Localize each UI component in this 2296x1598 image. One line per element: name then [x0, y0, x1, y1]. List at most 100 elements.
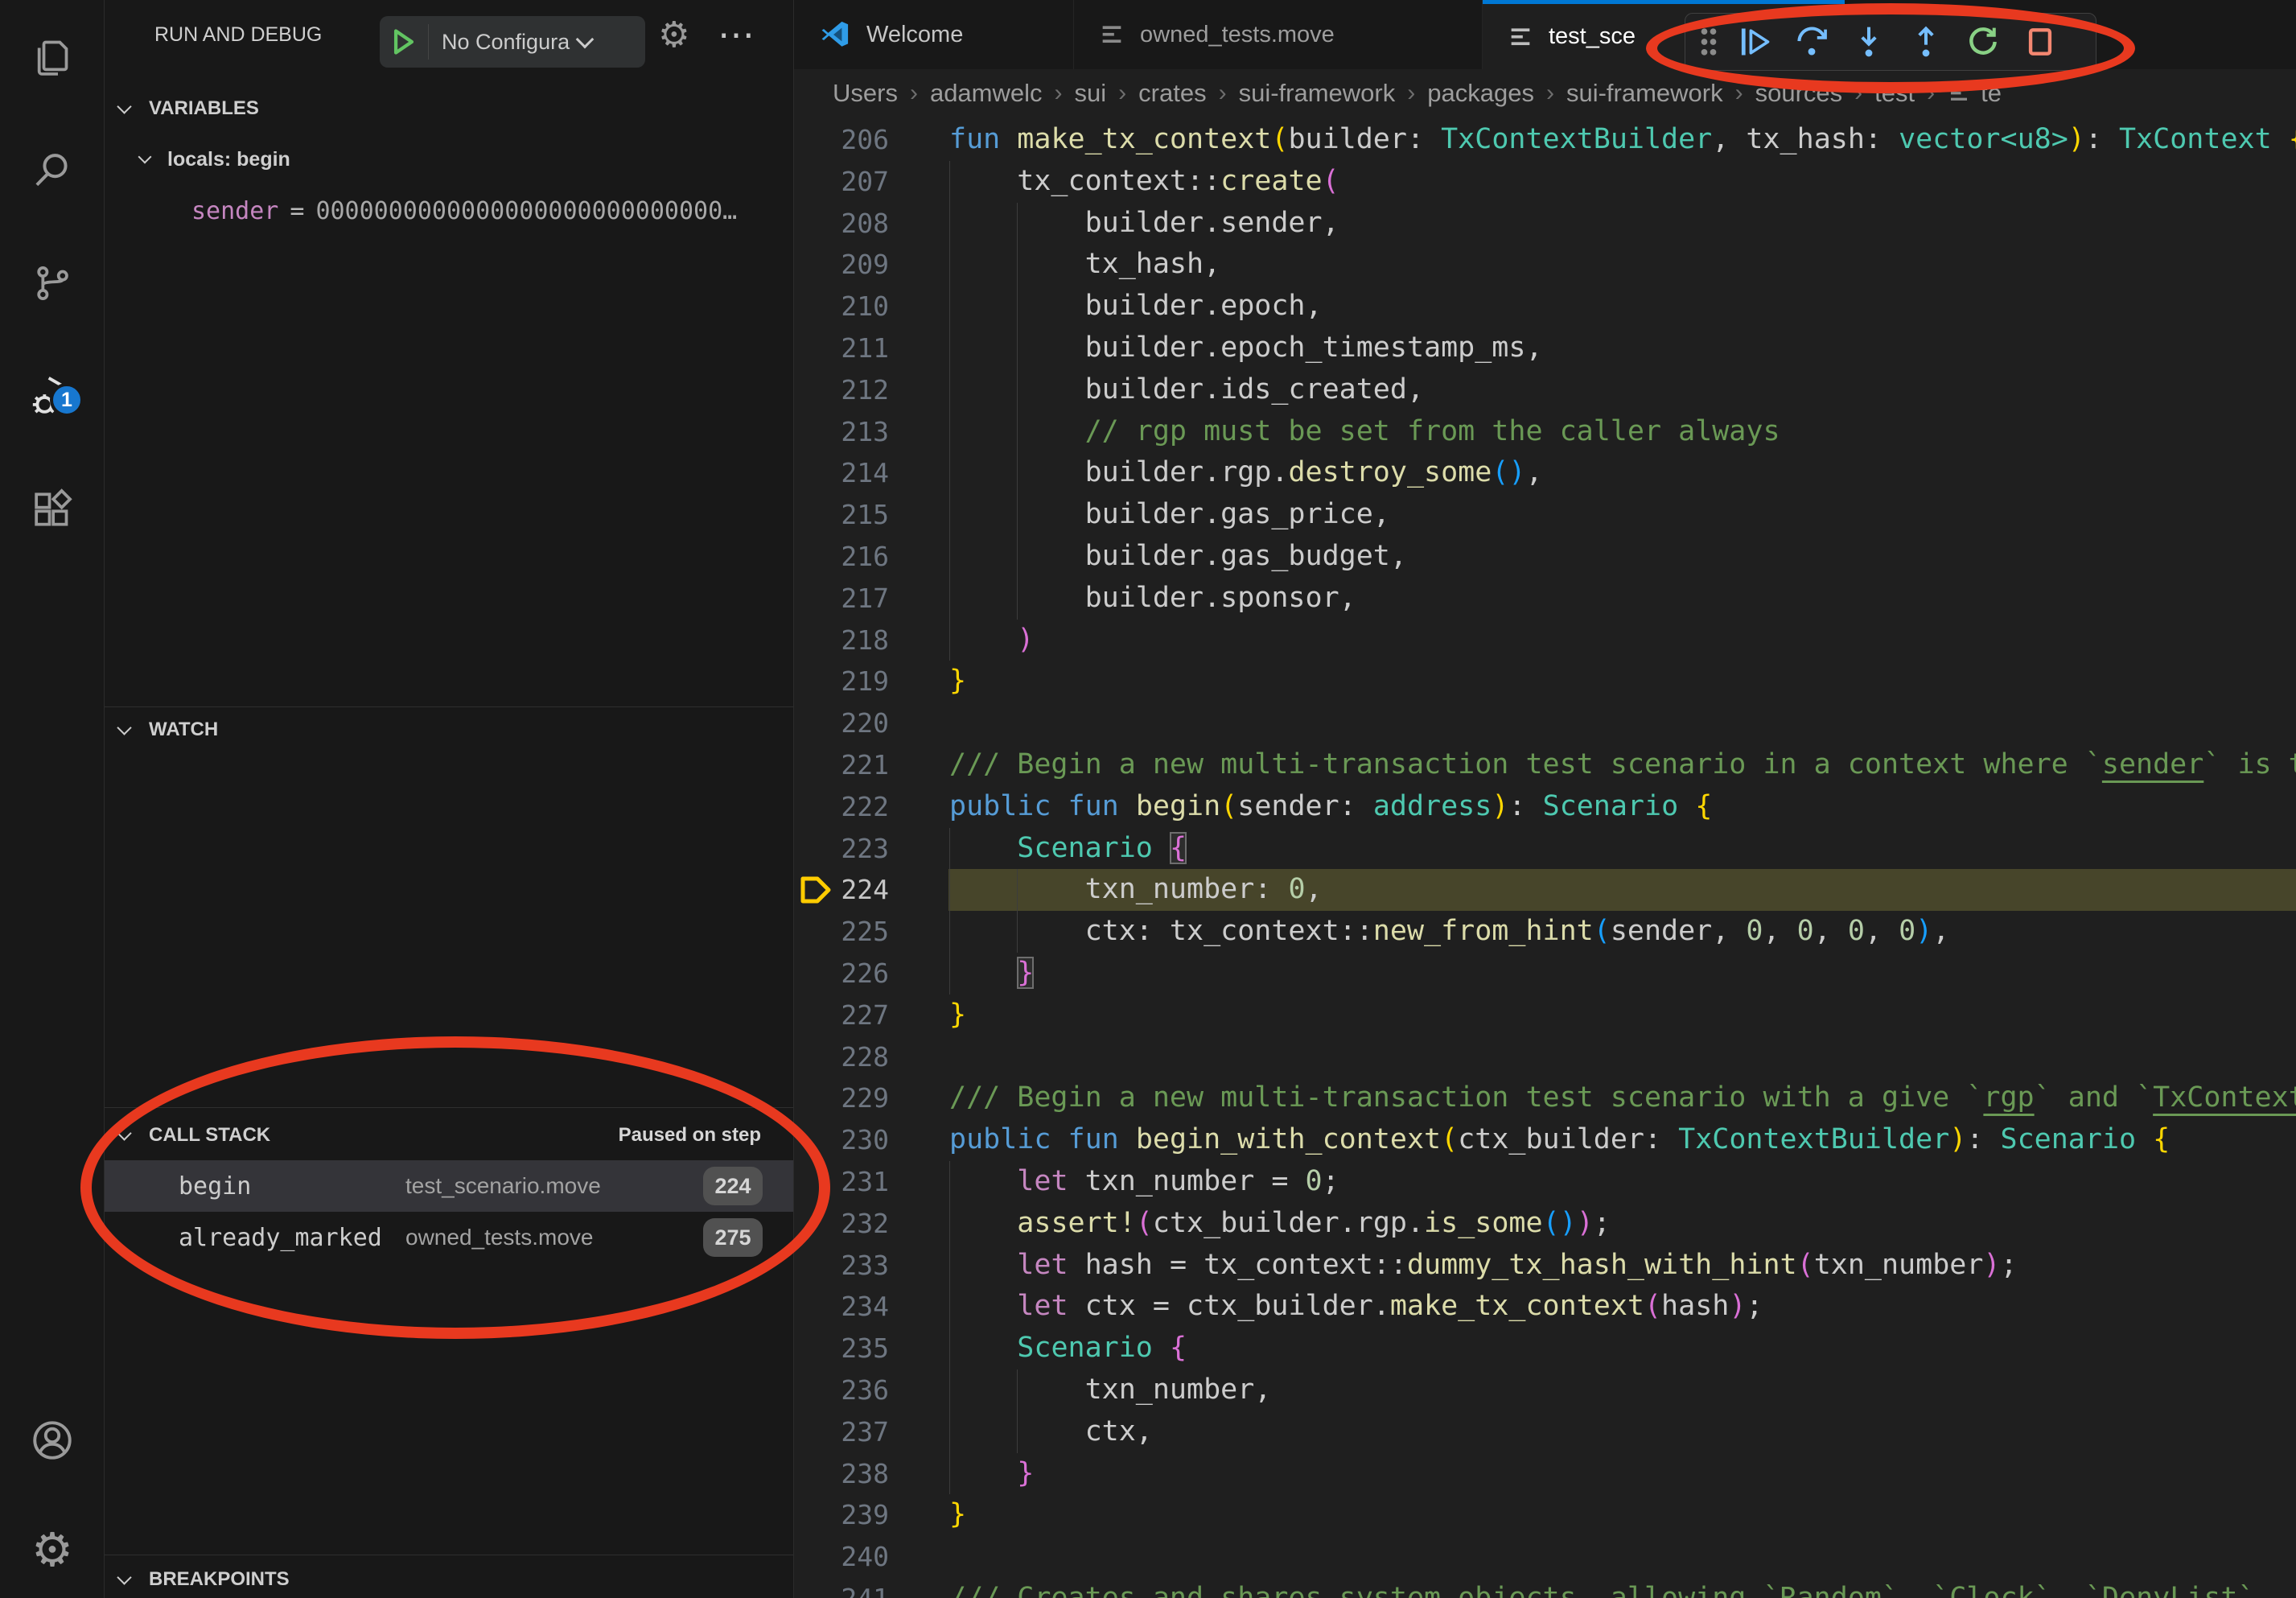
breadcrumb-item[interactable]: sources: [1755, 79, 1843, 108]
line-number[interactable]: 221: [794, 744, 889, 786]
code-line-219[interactable]: 219}: [794, 661, 2296, 702]
code-line-209[interactable]: 209 tx_hash,: [794, 244, 2296, 286]
code-line-214[interactable]: 214 builder.rgp.destroy_some(),: [794, 452, 2296, 494]
code-line-225[interactable]: 225 ctx: tx_context::new_from_hint(sende…: [794, 911, 2296, 953]
line-number[interactable]: 239: [794, 1494, 889, 1536]
code-line-227[interactable]: 227}: [794, 995, 2296, 1036]
code-line-228[interactable]: 228: [794, 1036, 2296, 1078]
line-number[interactable]: 237: [794, 1411, 889, 1453]
line-number[interactable]: 217: [794, 578, 889, 620]
line-number[interactable]: 206: [794, 119, 889, 161]
breadcrumb-file[interactable]: te: [1947, 79, 2002, 108]
code-line-234[interactable]: 234 let ctx = ctx_builder.make_tx_contex…: [794, 1286, 2296, 1328]
breadcrumb-item[interactable]: sui-framework: [1566, 79, 1723, 108]
code-line-226[interactable]: 226 }: [794, 953, 2296, 995]
call-stack-frame-already-marked[interactable]: already_marked owned_tests.move 275: [105, 1212, 793, 1263]
breadcrumb-item[interactable]: adamwelc: [930, 79, 1043, 108]
code-line-221[interactable]: 221/// Begin a new multi-transaction tes…: [794, 744, 2296, 786]
code-line-218[interactable]: 218 ): [794, 620, 2296, 661]
code-line-231[interactable]: 231 let txn_number = 0;: [794, 1161, 2296, 1203]
line-number[interactable]: 211: [794, 327, 889, 369]
code-line-207[interactable]: 207 tx_context::create(: [794, 161, 2296, 203]
code-line-232[interactable]: 232 assert!(ctx_builder.rgp.is_some());: [794, 1203, 2296, 1245]
line-number[interactable]: 229: [794, 1077, 889, 1119]
line-number[interactable]: 235: [794, 1328, 889, 1369]
line-number[interactable]: 231: [794, 1161, 889, 1203]
line-number[interactable]: 233: [794, 1245, 889, 1287]
code-line-220[interactable]: 220: [794, 702, 2296, 744]
line-number[interactable]: 236: [794, 1369, 889, 1411]
step-into-button[interactable]: [1840, 18, 1897, 66]
breadcrumb-item[interactable]: packages: [1427, 79, 1534, 108]
debug-settings-gear-icon[interactable]: ⚙: [658, 0, 689, 69]
code-line-222[interactable]: 222public fun begin(sender: address): Sc…: [794, 786, 2296, 828]
code-line-206[interactable]: 206fun make_tx_context(builder: TxContex…: [794, 119, 2296, 161]
continue-button[interactable]: [1726, 18, 1783, 66]
breadcrumb-item[interactable]: test: [1874, 79, 1915, 108]
code-line-235[interactable]: 235 Scenario {: [794, 1328, 2296, 1369]
variables-section-header[interactable]: VARIABLES: [105, 90, 793, 127]
line-number[interactable]: 232: [794, 1203, 889, 1245]
tab-owned-tests-move[interactable]: owned_tests.move: [1074, 0, 1483, 69]
watch-section-header[interactable]: WATCH: [105, 711, 793, 748]
line-number[interactable]: 234: [794, 1286, 889, 1328]
code-line-240[interactable]: 240: [794, 1536, 2296, 1578]
line-number[interactable]: 209: [794, 244, 889, 286]
breadcrumb-item[interactable]: sui-framework: [1239, 79, 1396, 108]
code-line-215[interactable]: 215 builder.gas_price,: [794, 494, 2296, 536]
line-number[interactable]: 238: [794, 1453, 889, 1495]
variables-scope-row[interactable]: locals: begin: [105, 138, 793, 180]
line-number[interactable]: 228: [794, 1036, 889, 1078]
code-line-224[interactable]: 224 txn_number: 0,: [794, 869, 2296, 911]
toolbar-drag-handle[interactable]: [1692, 18, 1726, 66]
activity-item-accounts[interactable]: [0, 1400, 105, 1481]
breakpoints-section-header[interactable]: BREAKPOINTS: [105, 1561, 793, 1598]
breadcrumb-item[interactable]: crates: [1138, 79, 1206, 108]
activity-item-source-control[interactable]: [0, 243, 105, 323]
line-number[interactable]: 216: [794, 536, 889, 578]
breadcrumb-item[interactable]: Users: [833, 79, 898, 108]
code-editor[interactable]: 206fun make_tx_context(builder: TxContex…: [794, 117, 2296, 1598]
breadcrumb-item[interactable]: sui: [1075, 79, 1107, 108]
code-line-230[interactable]: 230public fun begin_with_context(ctx_bui…: [794, 1119, 2296, 1161]
activity-item-search[interactable]: [0, 130, 105, 211]
line-number[interactable]: 240: [794, 1536, 889, 1578]
code-line-216[interactable]: 216 builder.gas_budget,: [794, 536, 2296, 578]
stop-button[interactable]: [2011, 18, 2068, 66]
activity-item-run-and-debug[interactable]: 1: [0, 356, 105, 436]
line-number[interactable]: 226: [794, 953, 889, 995]
activity-item-explorer[interactable]: [0, 16, 105, 97]
code-line-208[interactable]: 208 builder.sender,: [794, 203, 2296, 245]
line-number[interactable]: 227: [794, 995, 889, 1036]
more-actions-icon[interactable]: ⋯: [718, 0, 755, 69]
line-number[interactable]: 218: [794, 620, 889, 661]
line-number[interactable]: 214: [794, 452, 889, 494]
call-stack-frame-begin[interactable]: begin test_scenario.move 224: [105, 1160, 793, 1212]
code-line-213[interactable]: 213 // rgp must be set from the caller a…: [794, 411, 2296, 453]
code-line-210[interactable]: 210 builder.epoch,: [794, 286, 2296, 327]
code-line-233[interactable]: 233 let hash = tx_context::dummy_tx_hash…: [794, 1245, 2296, 1287]
code-line-217[interactable]: 217 builder.sponsor,: [794, 578, 2296, 620]
line-number[interactable]: 208: [794, 203, 889, 245]
debug-config-label[interactable]: No Configura: [429, 30, 578, 55]
code-line-239[interactable]: 239}: [794, 1494, 2296, 1536]
line-number[interactable]: 222: [794, 786, 889, 828]
line-number[interactable]: 230: [794, 1119, 889, 1161]
tab-welcome[interactable]: Welcome: [794, 0, 1074, 69]
line-number[interactable]: 225: [794, 911, 889, 953]
line-number[interactable]: 241: [794, 1578, 889, 1598]
variable-row-sender[interactable]: sender = 0000000000000000000000000000…: [191, 190, 737, 232]
code-line-237[interactable]: 237 ctx,: [794, 1411, 2296, 1453]
code-line-236[interactable]: 236 txn_number,: [794, 1369, 2296, 1411]
step-out-button[interactable]: [1897, 18, 1954, 66]
line-number[interactable]: 213: [794, 411, 889, 453]
code-line-238[interactable]: 238 }: [794, 1453, 2296, 1495]
code-line-241[interactable]: 241/// Creates and shares system objects…: [794, 1578, 2296, 1598]
line-number[interactable]: 219: [794, 661, 889, 702]
line-number[interactable]: 212: [794, 369, 889, 411]
line-number[interactable]: 210: [794, 286, 889, 327]
start-debug-play-icon[interactable]: [380, 24, 429, 60]
line-number[interactable]: 207: [794, 161, 889, 203]
code-line-229[interactable]: 229/// Begin a new multi-transaction tes…: [794, 1077, 2296, 1119]
line-number[interactable]: 223: [794, 828, 889, 870]
